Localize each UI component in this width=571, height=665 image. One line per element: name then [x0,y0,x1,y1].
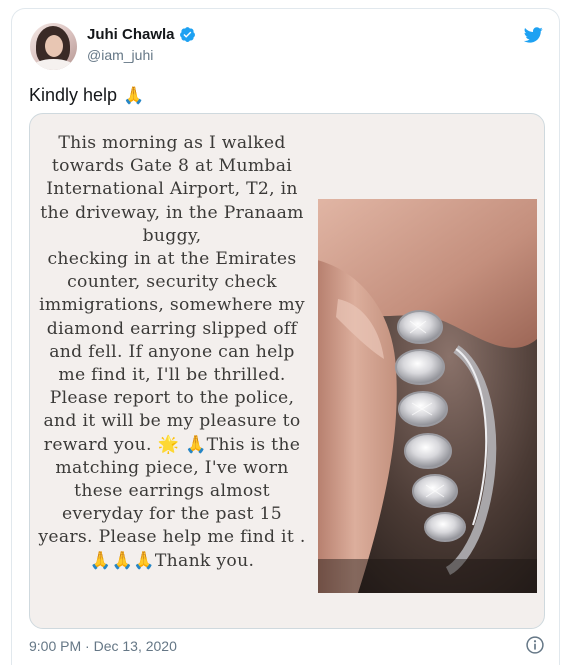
user-name-link[interactable]: Juhi Chawla [87,26,196,43]
earring-photo [318,199,537,593]
tweet-card: Juhi Chawla @iam_juhi Kindly help 🙏 This… [11,8,560,665]
user-name[interactable]: Juhi Chawla [87,26,175,43]
folded-hands-icon: 🙏 [123,85,145,105]
tweet-body: Kindly help [29,85,118,105]
avatar[interactable] [30,23,77,70]
verified-badge-icon [179,27,195,42]
earring-photo-illustration [318,199,537,593]
tweet-text: Kindly help 🙏 [29,85,144,106]
twitter-bird-icon[interactable] [521,25,545,45]
note-image-text: This morning as I walked towards Gate 8 … [38,133,306,571]
user-handle[interactable]: @iam_juhi [87,47,153,63]
tweet-media-image[interactable]: This morning as I walked towards Gate 8 … [29,113,545,629]
info-icon[interactable] [525,635,545,655]
tweet-timestamp[interactable]: 9:00 PM · Dec 13, 2020 [29,638,177,654]
